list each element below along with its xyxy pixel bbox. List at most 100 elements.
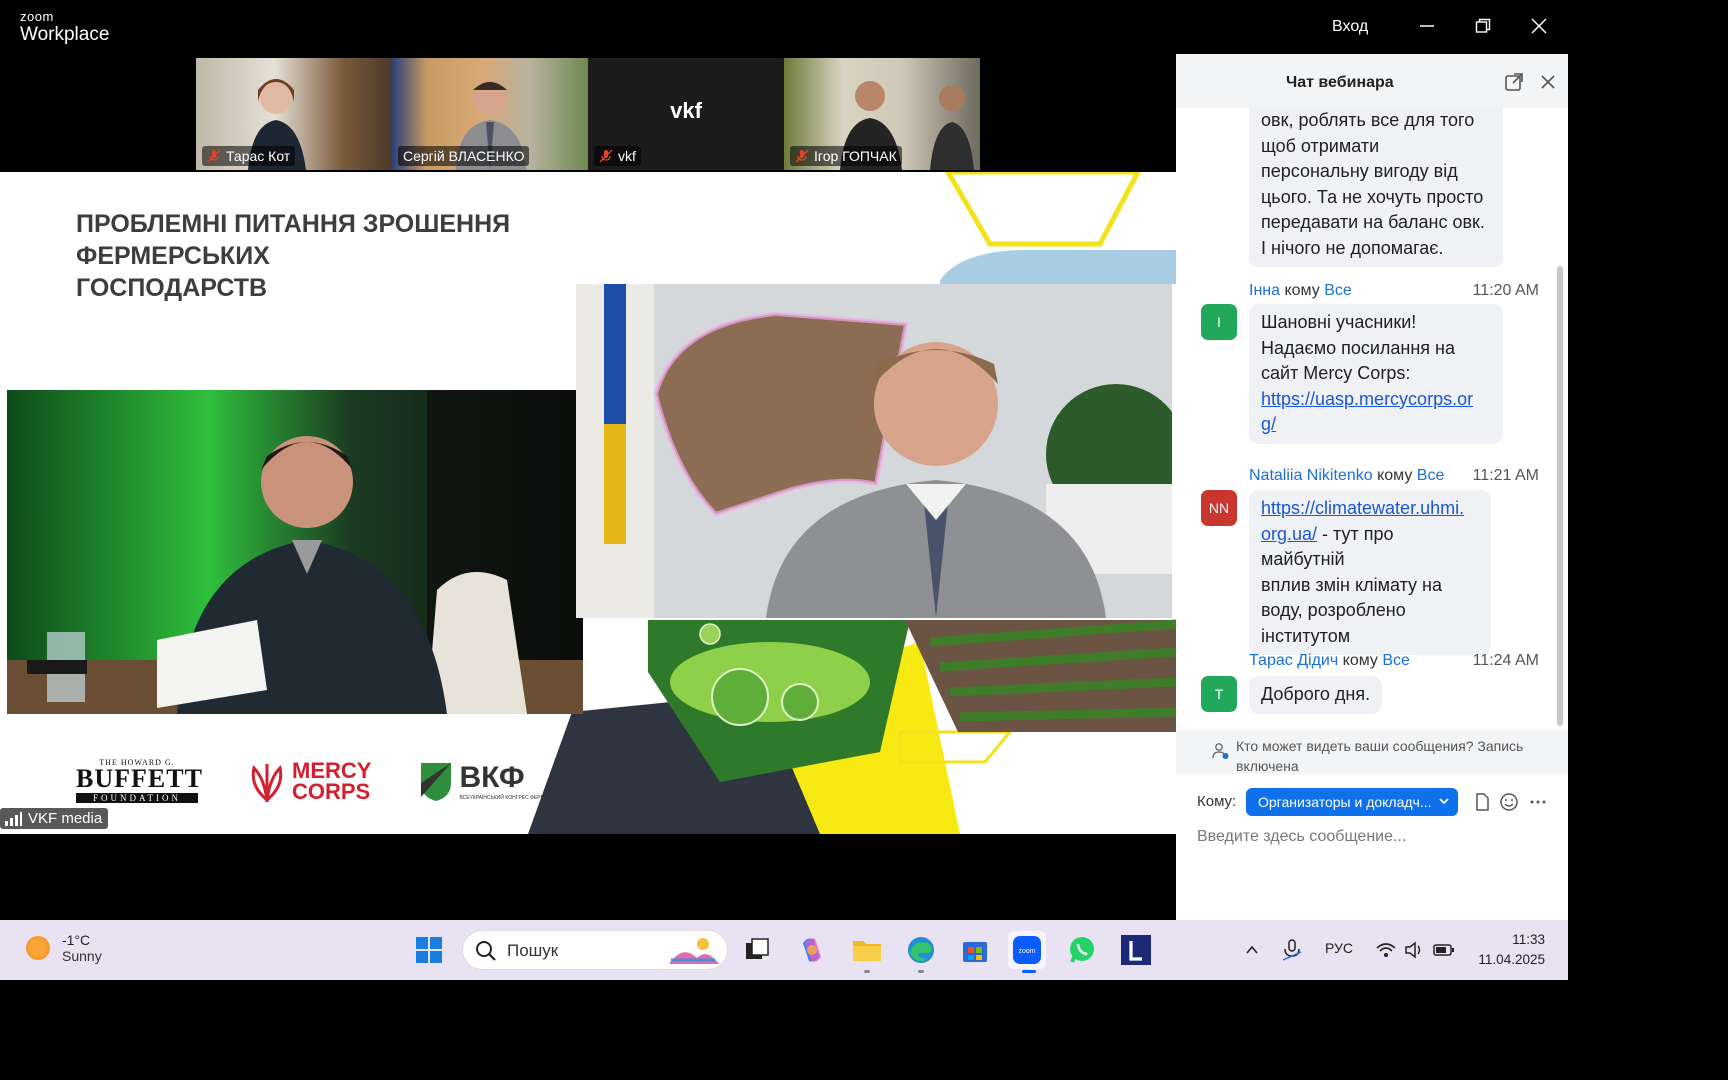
- vkf-shield-icon: [421, 762, 452, 801]
- copilot-icon[interactable]: [793, 931, 831, 969]
- weather-text: Sunny: [62, 948, 102, 964]
- participant-name: Тарас Кот: [226, 148, 291, 164]
- slide-title-line: ФЕРМЕРСЬКИХ: [76, 242, 270, 270]
- chat-bubble: овк, роблять все для того щоб отримати п…: [1249, 108, 1503, 267]
- svg-text:zoom: zoom: [1018, 948, 1035, 955]
- participant-name: vkf: [618, 148, 636, 164]
- message-sender[interactable]: Nataliia Nikitenko: [1249, 467, 1373, 484]
- close-chat-icon[interactable]: [1538, 72, 1558, 92]
- mic-muted-icon: [207, 149, 221, 163]
- chat-messages[interactable]: овк, роблять все для того щоб отримати п…: [1176, 108, 1568, 728]
- battery-icon[interactable]: [1430, 931, 1458, 969]
- message-input[interactable]: Введите здесь сообщение...: [1197, 828, 1406, 846]
- wifi-icon[interactable]: [1372, 931, 1400, 969]
- message-recipient: Все: [1324, 282, 1352, 299]
- store-icon[interactable]: [956, 931, 994, 969]
- mercy-corps-logo: MERCY CORPS: [246, 757, 372, 804]
- vkf-logo: ВКФ ВСЕУКРАЇНСЬКИЙ КОНГРЕС ФЕРМЕРІВ: [419, 759, 556, 803]
- chat-header: Чат вебинара: [1176, 54, 1568, 108]
- active-speaker-tag: VKF media: [0, 808, 109, 829]
- message-meta: Nataliia Nikitenko кому Все 11:21 AM: [1249, 467, 1539, 485]
- chat-panel: Чат вебинара овк, роблять все для того щ…: [1176, 54, 1568, 920]
- chat-bubble: Шановні учасники! Надаємо посилання на с…: [1249, 304, 1503, 444]
- message-time: 11:24 AM: [1472, 652, 1539, 669]
- sender-avatar: T: [1201, 676, 1237, 712]
- message-line: воду, розроблено: [1261, 600, 1406, 620]
- message-link[interactable]: https://climatewater.uhmi.: [1261, 498, 1464, 518]
- embedded-video-right: [576, 284, 1172, 618]
- message-line: сайт Mercy Corps:: [1261, 363, 1411, 383]
- emoji-icon[interactable]: [1499, 792, 1521, 814]
- message-line: овк, роблять все для того: [1261, 110, 1475, 130]
- task-view-icon[interactable]: [738, 931, 776, 969]
- people-visibility-icon: [1212, 743, 1229, 759]
- buffett-logo-line: FOUNDATION: [76, 793, 198, 803]
- restore-icon[interactable]: [1469, 12, 1497, 40]
- recipient-value: Организаторы и докладч...: [1258, 794, 1432, 810]
- visibility-notice[interactable]: Кто может видеть ваши сообщения? Запись …: [1176, 730, 1568, 774]
- language-indicator[interactable]: РУС: [1325, 940, 1353, 956]
- whatsapp-icon[interactable]: [1063, 931, 1101, 969]
- search-placeholder: Пошук: [507, 941, 559, 960]
- popout-icon[interactable]: [1504, 72, 1524, 92]
- mercy-logo-line: MERCY: [292, 757, 372, 783]
- weather-temp: -1°C: [62, 932, 91, 948]
- file-icon[interactable]: [1472, 792, 1494, 814]
- message-sender[interactable]: Тарас Дідич: [1249, 652, 1338, 669]
- participant-tile[interactable]: Тарас Кот: [196, 58, 392, 170]
- sender-avatar: I: [1201, 304, 1237, 340]
- visibility-notice-text: Кто может видеть ваши сообщения? Запись …: [1236, 738, 1524, 774]
- participant-tile[interactable]: Ігор ГОПЧАК: [784, 58, 980, 170]
- zoom-taskbar-icon[interactable]: zoom: [1008, 931, 1046, 969]
- weather-widget[interactable]: -1°C Sunny: [26, 932, 102, 964]
- recipient-select[interactable]: Организаторы и докладч...: [1246, 788, 1458, 816]
- volume-icon[interactable]: [1400, 931, 1428, 969]
- recipient-row: Кому: Организаторы и докладч...: [1176, 786, 1568, 816]
- message-link[interactable]: org.ua/: [1261, 524, 1317, 544]
- recipient-label: Кому:: [1197, 793, 1237, 810]
- minimize-icon[interactable]: [1413, 12, 1441, 40]
- chat-bubble: Доброго дня.: [1249, 676, 1383, 714]
- close-icon[interactable]: [1525, 12, 1553, 40]
- more-options-icon[interactable]: [1528, 792, 1550, 814]
- message-time: 11:20 AM: [1472, 282, 1539, 299]
- to-word: кому: [1342, 652, 1378, 669]
- windows-start-icon[interactable]: [410, 931, 448, 969]
- running-indicator: [918, 970, 924, 973]
- mercy-corps-icon: [251, 763, 283, 802]
- message-line: вплив змін клімату на: [1261, 574, 1442, 595]
- system-clock[interactable]: 11:33 11.04.2025: [1470, 930, 1545, 970]
- participant-tile[interactable]: Сергій ВЛАСЕНКО: [392, 58, 588, 170]
- participant-strip: Тарас Кот Сергій ВЛАСЕНКО vkf vkf Ігор Г…: [196, 58, 980, 170]
- message-sender[interactable]: Інна: [1249, 282, 1280, 299]
- slide-title-line: ПРОБЛЕМНІ ПИТАННЯ ЗРОШЕННЯ: [76, 210, 511, 238]
- participant-name-tag: Ігор ГОПЧАК: [790, 146, 902, 166]
- partner-logos: THE HOWARD G. BUFFETT FOUNDATION MERCY C…: [76, 758, 556, 803]
- vkf-logo-subtext: ВСЕУКРАЇНСЬКИЙ КОНГРЕС ФЕРМЕРІВ: [459, 794, 557, 801]
- chat-title: Чат вебинара: [1286, 74, 1394, 91]
- chevron-up-icon[interactable]: [1234, 931, 1270, 969]
- message-link[interactable]: https://uasp.mercycorps.or: [1261, 389, 1473, 409]
- participant-name: Ігор ГОПЧАК: [814, 148, 897, 164]
- vkf-logo-text: ВКФ: [459, 760, 525, 794]
- buffett-logo-line: BUFFETT: [76, 764, 203, 793]
- l-app-icon[interactable]: [1117, 931, 1155, 969]
- slide-title: ПРОБЛЕМНІ ПИТАННЯ ЗРОШЕННЯ ФЕРМЕРСЬКИХ Г…: [76, 208, 596, 304]
- pen-mic-icon[interactable]: [1274, 931, 1310, 969]
- file-explorer-icon[interactable]: [848, 931, 886, 969]
- chat-bubble: https://climatewater.uhmi. org.ua/ - тут…: [1249, 490, 1491, 655]
- signin-button[interactable]: Вход: [1332, 18, 1368, 36]
- message-line: інститутом: [1261, 625, 1351, 646]
- windows-taskbar: -1°C Sunny Пошук zoom РУС 11:33 11.04.20…: [0, 920, 1568, 980]
- clock-date: 11.04.2025: [1478, 952, 1545, 967]
- taskbar-search[interactable]: Пошук: [462, 930, 728, 970]
- message-link[interactable]: g/: [1261, 414, 1276, 434]
- edge-icon[interactable]: [902, 931, 940, 969]
- message-line: цього. Та не хочуть просто: [1261, 186, 1484, 207]
- mercy-logo-line: CORPS: [292, 778, 371, 804]
- participant-tile[interactable]: vkf vkf: [588, 58, 784, 170]
- chat-scrollbar[interactable]: [1557, 266, 1563, 726]
- active-speaker-name: VKF media: [28, 810, 103, 827]
- message-recipient: Все: [1416, 467, 1445, 484]
- message-recipient: Все: [1382, 652, 1410, 669]
